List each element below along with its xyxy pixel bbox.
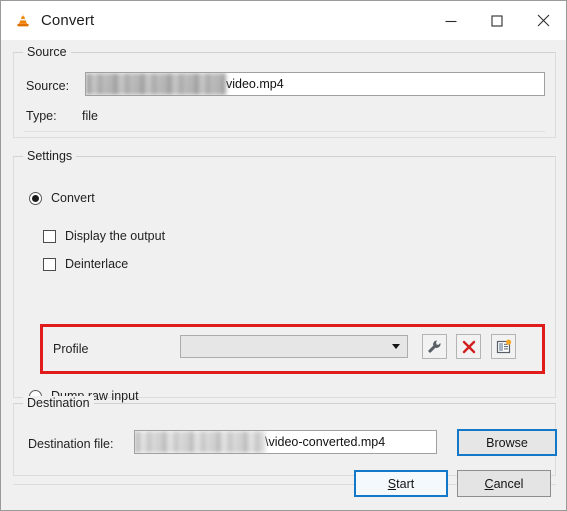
display-output-label: Display the output [65, 229, 165, 243]
destination-file-input[interactable]: \video-converted.mp4 [134, 430, 437, 454]
destination-file-label: Destination file: [28, 437, 113, 451]
settings-group: Settings Convert Display the output Dein… [13, 156, 556, 398]
cancel-button-label: Cancel [485, 477, 524, 491]
source-path-input[interactable]: video.mp4 [85, 72, 545, 96]
source-path-visible-text: video.mp4 [226, 77, 284, 91]
edit-profile-button[interactable] [422, 334, 447, 359]
source-group-legend: Source [23, 45, 71, 59]
convert-radio-row[interactable]: Convert [29, 191, 95, 205]
destination-group-legend: Destination [23, 396, 94, 410]
source-group: Source Source: video.mp4 Type: file [13, 52, 556, 138]
redacted-path-source [86, 73, 226, 95]
destination-group: Destination Destination file: \video-con… [13, 403, 556, 476]
vlc-cone-icon [14, 12, 32, 30]
dialog-body: Source Source: video.mp4 Type: file Sett… [1, 40, 566, 510]
deinterlace-label: Deinterlace [65, 257, 128, 271]
browse-button-label: Browse [486, 436, 528, 450]
convert-radio-label: Convert [51, 191, 95, 205]
title-bar: Convert [1, 1, 566, 40]
checkbox-deinterlace[interactable] [43, 258, 56, 271]
red-x-icon [462, 340, 476, 354]
profile-label: Profile [53, 342, 88, 356]
wrench-icon [427, 339, 442, 354]
destination-file-visible-text: \video-converted.mp4 [265, 435, 385, 449]
cancel-mnemonic: C [485, 477, 494, 491]
display-output-checkbox-row[interactable]: Display the output [43, 229, 165, 243]
deinterlace-checkbox-row[interactable]: Deinterlace [43, 257, 128, 271]
start-rest: tart [396, 477, 414, 491]
new-profile-button[interactable] [491, 334, 516, 359]
start-button[interactable]: Start [354, 470, 448, 497]
start-mnemonic: S [388, 477, 396, 491]
window-controls [428, 1, 566, 40]
type-field-value: file [82, 109, 98, 123]
source-field-label: Source: [26, 79, 69, 93]
checkbox-display-output[interactable] [43, 230, 56, 243]
source-inner-separator [24, 131, 545, 132]
window-title: Convert [41, 12, 94, 29]
type-field-label: Type: [26, 109, 57, 123]
new-profile-icon [496, 339, 512, 355]
profile-dropdown[interactable] [180, 335, 408, 358]
close-button[interactable] [520, 1, 566, 40]
cancel-rest: ancel [494, 477, 524, 491]
start-button-label: Start [388, 477, 414, 491]
chevron-down-icon [392, 344, 400, 349]
delete-profile-button[interactable] [456, 334, 481, 359]
redacted-path-destination [135, 431, 265, 453]
cancel-button[interactable]: Cancel [457, 470, 551, 497]
convert-dialog-window: Convert Source [0, 0, 567, 511]
radio-button-convert[interactable] [29, 192, 42, 205]
title-bar-left: Convert [1, 12, 428, 30]
maximize-button[interactable] [474, 1, 520, 40]
minimize-button[interactable] [428, 1, 474, 40]
settings-group-legend: Settings [23, 149, 76, 163]
browse-button[interactable]: Browse [457, 429, 557, 456]
